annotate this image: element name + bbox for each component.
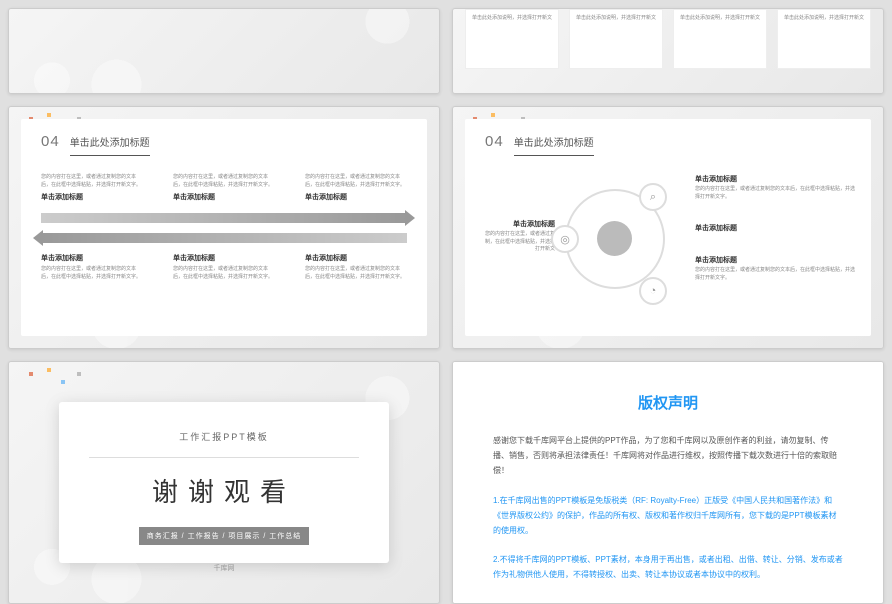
circle-diagram: ⌕ ◎ ◔	[565, 189, 675, 299]
col-text: 您的内容打在这里，或者通过复制您的文本后，在此框中选择粘贴，并选择打开新文字。	[41, 174, 143, 189]
item-text: 您的内容打在这里，或者通过复制您的文本后，在此框中选择粘贴，并选择打开新文字。	[695, 267, 855, 282]
copyright-p1: 感谢您下载千库网平台上提供的PPT作品，为了您和千库网以及原创作者的利益，请勿复…	[493, 433, 843, 479]
item-title: 单击添加标题	[695, 255, 855, 265]
thanks-main: 谢谢观看	[89, 472, 359, 509]
col-text: 您的内容打在这里，或者通过复制您的文本后，在此框中选择粘贴，并选择打开新文字。	[173, 174, 275, 189]
col-title: 单击添加标题	[41, 253, 143, 263]
item-title: 单击添加标题	[695, 174, 855, 184]
section-number: 04	[41, 133, 60, 150]
top-box-4: 单击此处添加说明，并选择打开新文	[777, 9, 871, 69]
slide-partial-left	[8, 8, 440, 94]
col-title: 单击添加标题	[305, 253, 407, 263]
col-text: 您的内容打在这里，或者通过复制您的文本后，在此框中选择粘贴，并选择打开新文字。	[305, 266, 407, 281]
col-title: 单击添加标题	[305, 192, 407, 202]
thanks-subtitle1: 工作汇报PPT模板	[89, 430, 359, 443]
thanks-card: 工作汇报PPT模板 谢谢观看 商务汇报 / 工作报告 / 项目展示 / 工作总结…	[59, 402, 389, 563]
col-title: 单击添加标题	[173, 192, 275, 202]
chart-icon: ◔	[639, 277, 667, 305]
top-box-1: 单击此处添加说明，并选择打开新文	[465, 9, 559, 69]
slide-thanks: 工作汇报PPT模板 谢谢观看 商务汇报 / 工作报告 / 项目展示 / 工作总结…	[8, 361, 440, 604]
top-box-2: 单击此处添加说明，并选择打开新文	[569, 9, 663, 69]
col-text: 您的内容打在这里，或者通过复制您的文本后，在此框中选择粘贴，并选择打开新文字。	[305, 174, 407, 189]
target-icon	[597, 221, 632, 256]
left-label-title: 单击添加标题	[485, 219, 555, 229]
col-title: 单击添加标题	[41, 192, 143, 202]
copyright-p2: 1.在千库网出售的PPT模板是免版税类（RF: Royalty-Free）正版受…	[493, 493, 843, 539]
section-number: 04	[485, 133, 504, 150]
section-title: 单击此处添加标题	[514, 134, 594, 156]
item-text: 您的内容打在这里，或者通过复制您的文本后，在此框中选择粘贴，并选择打开新文字。	[695, 186, 855, 201]
item-title: 单击添加标题	[695, 223, 855, 233]
arrow-right-icon	[41, 213, 407, 223]
slide-circle: 04 单击此处添加标题 单击添加标题 您的内容打在这里，或者通过复制，在此框中选…	[452, 106, 884, 349]
thanks-subtitle2: 商务汇报 / 工作报告 / 项目展示 / 工作总结	[139, 527, 310, 545]
target-icon: ◎	[551, 225, 579, 253]
slide-partial-right: 单击此处添加说明，并选择打开新文 单击此处添加说明，并选择打开新文 单击此处添加…	[452, 8, 884, 94]
section-title: 单击此处添加标题	[70, 134, 150, 156]
arrow-left-icon	[41, 233, 407, 243]
slide-copyright: 版权声明 感谢您下载千库网平台上提供的PPT作品，为了您和千库网以及原创作者的利…	[452, 361, 884, 604]
search-icon: ⌕	[639, 183, 667, 211]
col-text: 您的内容打在这里，或者通过复制您的文本后，在此框中选择粘贴，并选择打开新文字。	[173, 266, 275, 281]
copyright-title: 版权声明	[493, 392, 843, 413]
top-box-3: 单击此处添加说明，并选择打开新文	[673, 9, 767, 69]
copyright-p3: 2.不得将千库网的PPT模板、PPT素材，本身用于再出售，或者出租、出借、转让、…	[493, 552, 843, 582]
slide-arrows: 04 单击此处添加标题 您的内容打在这里，或者通过复制您的文本后，在此框中选择粘…	[8, 106, 440, 349]
col-text: 您的内容打在这里，或者通过复制您的文本后，在此框中选择粘贴，并选择打开新文字。	[41, 266, 143, 281]
thanks-footer: 千库网	[89, 563, 359, 573]
col-title: 单击添加标题	[173, 253, 275, 263]
decoration-dots	[29, 366, 109, 396]
left-label-text: 您的内容打在这里，或者通过复制，在此框中选择粘贴，并选择打开新文	[485, 231, 555, 254]
